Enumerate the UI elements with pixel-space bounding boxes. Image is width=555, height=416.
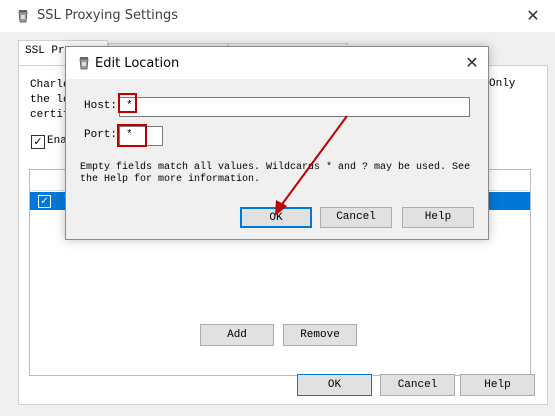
dialog-titlebar: Edit Location ✕ [66, 47, 488, 79]
host-input[interactable]: * [119, 97, 470, 117]
ok-button[interactable]: OK [297, 374, 372, 396]
remove-button[interactable]: Remove [283, 324, 357, 346]
titlebar: SSL Proxying Settings ✕ [0, 0, 555, 32]
description-fragment: Only [489, 78, 516, 90]
ok-button[interactable]: OK [240, 207, 312, 228]
host-label: Host: [84, 100, 118, 112]
add-button[interactable]: Add [200, 324, 274, 346]
help-button[interactable]: Help [402, 207, 474, 228]
port-highlight-box [117, 124, 147, 147]
window-title: SSL Proxying Settings [37, 8, 179, 23]
close-icon[interactable]: ✕ [462, 53, 482, 73]
dialog-title: Edit Location [95, 56, 180, 71]
port-label: Port: [84, 129, 118, 141]
charles-jar-icon [79, 57, 89, 70]
enable-checkbox[interactable]: ✓ [31, 135, 45, 149]
cancel-button[interactable]: Cancel [380, 374, 455, 396]
cancel-button[interactable]: Cancel [320, 207, 392, 228]
charles-jar-icon [18, 10, 28, 23]
enable-label: Ena [47, 135, 67, 147]
row-checkbox[interactable]: ✓ [38, 195, 51, 208]
help-button[interactable]: Help [460, 374, 535, 396]
host-highlight-box [118, 93, 137, 113]
help-text: Empty fields match all values. Wildcards… [80, 162, 471, 185]
close-icon[interactable]: ✕ [523, 6, 543, 26]
